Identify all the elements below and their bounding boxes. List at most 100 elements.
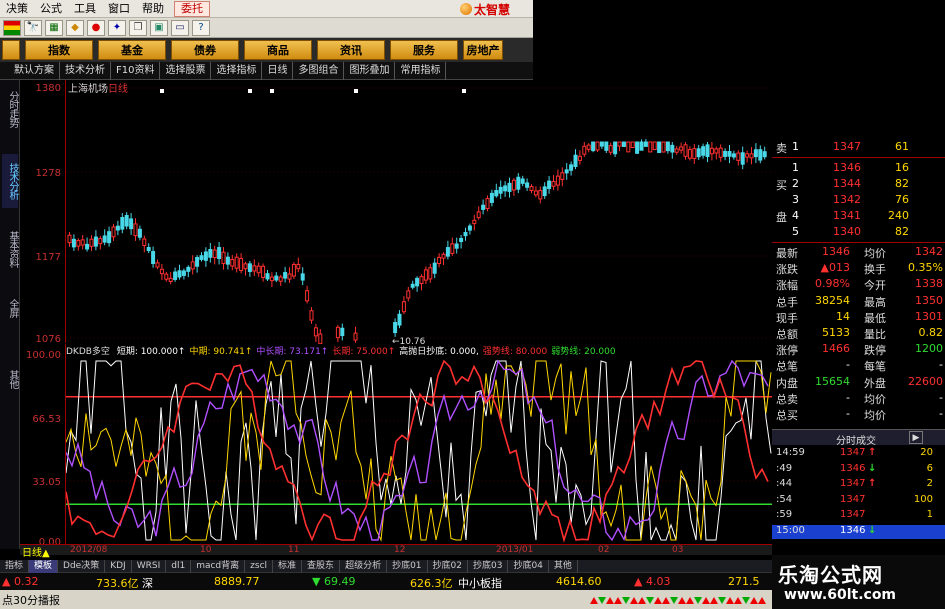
candle bbox=[648, 141, 653, 153]
indicator-chart[interactable] bbox=[66, 357, 772, 544]
candle bbox=[582, 142, 587, 157]
menu-window[interactable]: 窗口 bbox=[102, 0, 136, 18]
category-news[interactable]: 资讯 bbox=[317, 40, 385, 60]
quote-stat-row: 总笔 - 每笔 - bbox=[772, 358, 945, 373]
quote-buy-row: 1 1346 16 bbox=[772, 161, 945, 176]
vtab-fullscreen[interactable]: 全屏 bbox=[2, 294, 18, 322]
menu-formula[interactable]: 公式 bbox=[34, 0, 68, 18]
indicator-tab[interactable]: macd背离 bbox=[191, 559, 246, 573]
indicator-tab[interactable]: 查股东 bbox=[302, 559, 341, 573]
star-icon[interactable]: ✦ bbox=[108, 19, 126, 36]
category-real-estate[interactable]: 房地产 bbox=[463, 40, 503, 60]
indicator-tab[interactable]: 指标 bbox=[0, 559, 30, 573]
candle bbox=[454, 237, 459, 254]
tick-expand-button[interactable]: ▶ bbox=[909, 431, 923, 444]
quote-separator bbox=[772, 157, 945, 158]
candle bbox=[604, 141, 609, 153]
flag-icon[interactable] bbox=[3, 19, 21, 36]
tab-select-stock[interactable]: 选择股票 bbox=[160, 61, 212, 80]
vtab-basic-info[interactable]: 基本资料 bbox=[2, 224, 18, 274]
category-bar: 指数 基金 债券 商品 资讯 服务 房地产 bbox=[0, 38, 533, 62]
menu-decision[interactable]: 决策 bbox=[0, 0, 34, 18]
candle bbox=[569, 161, 574, 176]
image-icon[interactable]: ▣ bbox=[150, 19, 168, 36]
candle bbox=[705, 142, 710, 163]
category-shortcut-button[interactable] bbox=[2, 40, 20, 60]
candle bbox=[287, 267, 292, 283]
category-index[interactable]: 指数 bbox=[25, 40, 93, 60]
help-icon[interactable]: ? bbox=[192, 19, 210, 36]
binoculars-icon[interactable]: 🔭 bbox=[24, 19, 42, 36]
candle bbox=[401, 296, 406, 315]
candle bbox=[129, 213, 134, 235]
date-label: 2013/01 bbox=[496, 545, 534, 555]
indicator-tab[interactable]: 抄底01 bbox=[387, 559, 428, 573]
indicator-tab[interactable]: KDJ bbox=[105, 559, 132, 573]
indicator-tab[interactable]: Dde决策 bbox=[58, 559, 106, 573]
candle bbox=[98, 235, 103, 250]
index-value: 8889.77 bbox=[214, 575, 260, 588]
indicator-tab[interactable]: WRSI bbox=[132, 559, 167, 573]
bubble-icon[interactable]: ● bbox=[87, 19, 105, 36]
category-bond[interactable]: 债券 bbox=[171, 40, 239, 60]
candle bbox=[494, 183, 499, 198]
candle bbox=[753, 143, 758, 163]
status-text: 点30分播报 bbox=[2, 594, 60, 607]
candle bbox=[419, 274, 424, 291]
breadth-mark bbox=[726, 597, 734, 604]
indicator-tab[interactable]: zscl bbox=[245, 559, 274, 573]
indicator-tab[interactable]: 超级分析 bbox=[340, 559, 388, 573]
category-fund[interactable]: 基金 bbox=[98, 40, 166, 60]
vtab-intraday[interactable]: 分时走势 bbox=[2, 84, 18, 134]
window-icon[interactable]: ▭ bbox=[171, 19, 189, 36]
indicator-tab[interactable]: 抄底02 bbox=[428, 559, 468, 573]
indicator-tab[interactable]: dl1 bbox=[166, 559, 192, 573]
diamond-icon[interactable]: ◆ bbox=[66, 19, 84, 36]
vtab-technical[interactable]: 技术分析 bbox=[2, 154, 18, 208]
indicator-tab[interactable]: 其他 bbox=[549, 559, 578, 573]
indicator-tab[interactable]: 抄底03 bbox=[468, 559, 509, 573]
tab-daily[interactable]: 日线 bbox=[262, 61, 294, 80]
index-change: ▼ 69.49 bbox=[312, 575, 356, 588]
tab-common-indicators[interactable]: 常用指标 bbox=[395, 61, 447, 80]
candlestick-chart[interactable]: ←10.76 bbox=[66, 80, 772, 344]
candle bbox=[265, 270, 270, 282]
tick-time: :54 bbox=[776, 493, 793, 505]
indicator-tab[interactable]: 模板 bbox=[29, 559, 59, 573]
vtab-other[interactable]: 其他 bbox=[2, 365, 18, 393]
date-label: 2012/08 bbox=[70, 545, 108, 555]
quote-stat-label: 均价 bbox=[864, 247, 886, 260]
tick-volume: 6 bbox=[926, 462, 933, 474]
delegate-button[interactable]: 委托 bbox=[174, 0, 210, 17]
candle bbox=[137, 225, 142, 241]
quote-label: 盘 bbox=[776, 211, 787, 224]
candle bbox=[164, 271, 169, 282]
candle bbox=[243, 261, 248, 276]
candle bbox=[168, 272, 173, 285]
candle bbox=[437, 253, 442, 268]
category-service[interactable]: 服务 bbox=[390, 40, 458, 60]
copy-icon[interactable]: ❐ bbox=[129, 19, 147, 36]
candle bbox=[714, 146, 719, 160]
menu-help[interactable]: 帮助 bbox=[136, 0, 170, 18]
category-commodity[interactable]: 商品 bbox=[244, 40, 312, 60]
tab-overlay[interactable]: 图形叠加 bbox=[344, 61, 396, 80]
tab-f10[interactable]: F10资料 bbox=[111, 61, 161, 80]
event-marker bbox=[270, 89, 274, 93]
quote-stat-value: 15654 bbox=[815, 374, 850, 388]
menu-tools[interactable]: 工具 bbox=[68, 0, 102, 18]
candle bbox=[208, 242, 213, 263]
grid-icon[interactable]: ▦ bbox=[45, 19, 63, 36]
indicator-tab[interactable]: 抄底04 bbox=[508, 559, 549, 573]
indicator-tab[interactable]: 标准 bbox=[273, 559, 303, 573]
candle bbox=[89, 235, 94, 252]
indicator-param: 中期: 90.741↑ bbox=[189, 347, 253, 357]
tab-default-scheme[interactable]: 默认方案 bbox=[0, 61, 60, 80]
tab-multi-chart[interactable]: 多图组合 bbox=[293, 61, 345, 80]
quote-stat-label: 跌停 bbox=[864, 344, 886, 358]
candle bbox=[335, 325, 340, 342]
tab-select-indicator[interactable]: 选择指标 bbox=[211, 61, 263, 80]
breadth-mark bbox=[590, 597, 598, 604]
quote-level: 4 bbox=[792, 209, 799, 222]
tab-technical-analysis[interactable]: 技术分析 bbox=[60, 61, 111, 80]
